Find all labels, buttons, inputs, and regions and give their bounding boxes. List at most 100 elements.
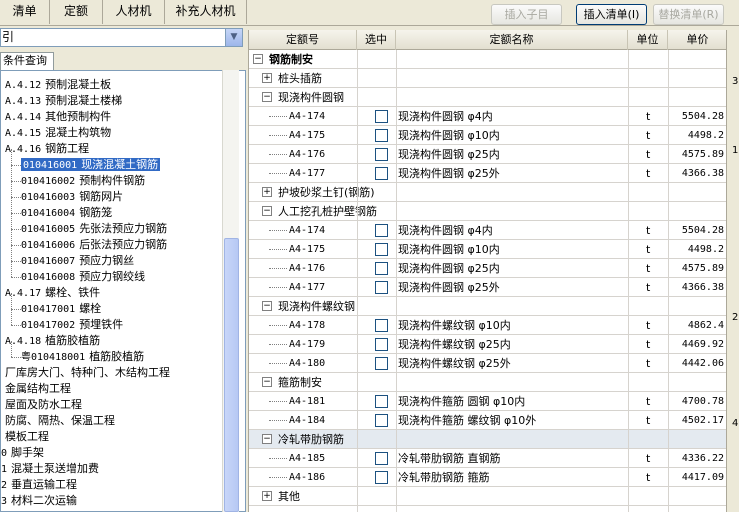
- collapse-icon[interactable]: −: [262, 301, 272, 311]
- header-name[interactable]: 定额名称: [396, 30, 628, 50]
- tree-item[interactable]: A.4.18 植筋胶植筋: [5, 333, 100, 349]
- norm-grid: 定额号 选中 定额名称 单位 单价 − 钢筋制安 + 桩头插筋 − 现浇构件圆钢 A4-17…: [248, 30, 726, 512]
- expand-icon[interactable]: +: [262, 187, 272, 197]
- header-unit[interactable]: 单位: [628, 30, 668, 50]
- tab-list[interactable]: 清单: [0, 0, 50, 24]
- table-row[interactable]: A4-175 现浇构件圆钢 φ10内 t 4498.2: [249, 126, 726, 145]
- insert-child-button[interactable]: 插入子目: [491, 4, 562, 25]
- select-checkbox[interactable]: [375, 148, 388, 161]
- group-row[interactable]: − 冷轧带肋钢筋: [249, 430, 726, 449]
- tree-item[interactable]: 010416003 钢筋网片: [21, 189, 123, 205]
- table-row[interactable]: A4-181 现浇构件箍筋 圆钢 φ10内 t 4700.78: [249, 392, 726, 411]
- tab-norm[interactable]: 定额: [50, 0, 103, 24]
- table-row[interactable]: A4-184 现浇构件箍筋 螺纹钢 φ10外 t 4502.17: [249, 411, 726, 430]
- collapse-icon[interactable]: −: [262, 206, 272, 216]
- tree-item[interactable]: 屋面及防水工程: [1, 397, 82, 413]
- tree-connector: [11, 277, 21, 278]
- table-row[interactable]: A4-179 现浇构件螺纹钢 φ25内 t 4469.92: [249, 335, 726, 354]
- table-row[interactable]: A4-185 冷轧带肋钢筋 直钢筋 t 4336.22: [249, 449, 726, 468]
- select-checkbox[interactable]: [375, 167, 388, 180]
- select-checkbox[interactable]: [375, 338, 388, 351]
- group-row[interactable]: + 护坡砂浆土钉(钢筋): [249, 183, 726, 202]
- tree-item[interactable]: 010416006 后张法预应力钢筋: [21, 237, 167, 253]
- tree-item[interactable]: A.4.15 混凝土构筑物: [5, 125, 111, 141]
- select-checkbox[interactable]: [375, 395, 388, 408]
- group-row[interactable]: − 箍筋制安: [249, 373, 726, 392]
- table-row[interactable]: A4-174 现浇构件圆钢 φ4内 t 5504.28: [249, 107, 726, 126]
- tree-item[interactable]: 010416007 预应力钢丝: [21, 253, 134, 269]
- select-checkbox[interactable]: [375, 414, 388, 427]
- tree-item[interactable]: A.4.17 螺栓、铁件: [5, 285, 100, 301]
- collapse-icon[interactable]: −: [262, 377, 272, 387]
- insert-list-button[interactable]: 插入清单(I): [576, 4, 647, 25]
- tree-item[interactable]: 010416005 先张法预应力钢筋: [21, 221, 167, 237]
- category-combo[interactable]: 引 ▼: [0, 28, 243, 47]
- select-checkbox[interactable]: [375, 281, 388, 294]
- header-price[interactable]: 单价: [668, 30, 726, 50]
- tree-item[interactable]: 010416008 预应力钢绞线: [21, 269, 145, 285]
- tree-item[interactable]: 模板工程: [1, 429, 49, 445]
- tree-item[interactable]: 1 混凝土泵送增加费: [1, 461, 99, 477]
- tab-supplement-labor-material[interactable]: 补充人材机: [165, 0, 247, 24]
- norm-unit: t: [646, 452, 651, 465]
- tree-item[interactable]: A.4.16 钢筋工程: [5, 141, 89, 157]
- table-row[interactable]: A4-176 现浇构件圆钢 φ25内 t 4575.89: [249, 145, 726, 164]
- expand-icon[interactable]: +: [262, 73, 272, 83]
- tab-labor-material[interactable]: 人材机: [103, 0, 165, 24]
- select-checkbox[interactable]: [375, 471, 388, 484]
- tree-item[interactable]: 粤010418001 植筋胶植筋: [21, 349, 144, 365]
- norm-price: 4417.09: [681, 472, 724, 483]
- tree-item[interactable]: 厂库房大门、特种门、木结构工程: [1, 365, 170, 381]
- header-selected[interactable]: 选中: [357, 30, 396, 50]
- table-row[interactable]: A4-186 冷轧带肋钢筋 箍筋 t 4417.09: [249, 468, 726, 487]
- table-row[interactable]: A4-176 现浇构件圆钢 φ25内 t 4575.89: [249, 259, 726, 278]
- group-row[interactable]: − 人工挖孔桩护壁钢筋: [249, 202, 726, 221]
- expand-icon[interactable]: +: [262, 491, 272, 501]
- table-row[interactable]: A4-178 现浇构件螺纹钢 φ10内 t 4862.4: [249, 316, 726, 335]
- chevron-down-icon[interactable]: ▼: [225, 29, 242, 46]
- tree-item[interactable]: A.4.13 预制混凝土楼梯: [5, 93, 122, 109]
- select-checkbox[interactable]: [375, 262, 388, 275]
- table-row[interactable]: A4-180 现浇构件螺纹钢 φ25外 t 4442.06: [249, 354, 726, 373]
- table-row[interactable]: A4-177 现浇构件圆钢 φ25外 t 4366.38: [249, 278, 726, 297]
- collapse-icon[interactable]: −: [253, 54, 263, 64]
- norm-price: 4575.89: [681, 149, 724, 160]
- header-code[interactable]: 定额号: [249, 30, 357, 50]
- tree-item[interactable]: 0 脚手架: [1, 445, 44, 461]
- tree-item[interactable]: 金属结构工程: [1, 381, 71, 397]
- tree-item-code: 2: [1, 480, 8, 491]
- tree-item[interactable]: 3 材料二次运输: [1, 493, 77, 509]
- select-checkbox[interactable]: [375, 357, 388, 370]
- collapse-icon[interactable]: −: [262, 434, 272, 444]
- select-checkbox[interactable]: [375, 110, 388, 123]
- group-row[interactable]: + 其他: [249, 487, 726, 506]
- tree-item[interactable]: A.4.12 预制混凝土板: [5, 77, 111, 93]
- select-checkbox[interactable]: [375, 452, 388, 465]
- tree-item-name: 预制混凝土楼梯: [45, 94, 123, 107]
- group-row[interactable]: + 桩头插筋: [249, 69, 726, 88]
- replace-list-button[interactable]: 替换清单(R): [653, 4, 724, 25]
- tab-condition-query[interactable]: 条件查询: [0, 52, 54, 70]
- group-row[interactable]: − 现浇构件螺纹钢: [249, 297, 726, 316]
- select-checkbox[interactable]: [375, 129, 388, 142]
- group-row[interactable]: − 现浇构件圆钢: [249, 88, 726, 107]
- table-row[interactable]: A4-175 现浇构件圆钢 φ10内 t 4498.2: [249, 240, 726, 259]
- tree-item[interactable]: 010417001 螺栓: [21, 301, 101, 317]
- tree-item[interactable]: 防腐、隔热、保温工程: [1, 413, 115, 429]
- tree-item[interactable]: 010416002 预制构件钢筋: [21, 173, 145, 189]
- tree-scrollbar-thumb[interactable]: [224, 238, 239, 512]
- tree-item[interactable]: 010417002 预埋铁件: [21, 317, 123, 333]
- select-checkbox[interactable]: [375, 319, 388, 332]
- table-row[interactable]: A4-177 现浇构件圆钢 φ25外 t 4366.38: [249, 164, 726, 183]
- tree-item[interactable]: 010416001 现浇混凝土钢筋: [21, 157, 161, 173]
- collapse-icon[interactable]: −: [262, 92, 272, 102]
- norm-unit: t: [646, 414, 651, 427]
- table-row[interactable]: A4-174 现浇构件圆钢 φ4内 t 5504.28: [249, 221, 726, 240]
- tree-item[interactable]: 2 垂直运输工程: [1, 477, 77, 493]
- tree-item[interactable]: A.4.14 其他预制构件: [5, 109, 111, 125]
- select-checkbox[interactable]: [375, 243, 388, 256]
- norm-name: 现浇构件箍筋 圆钢 φ10内: [398, 395, 526, 408]
- select-checkbox[interactable]: [375, 224, 388, 237]
- tree-item[interactable]: 010416004 钢筋笼: [21, 205, 112, 221]
- group-row[interactable]: − 钢筋制安: [249, 50, 726, 69]
